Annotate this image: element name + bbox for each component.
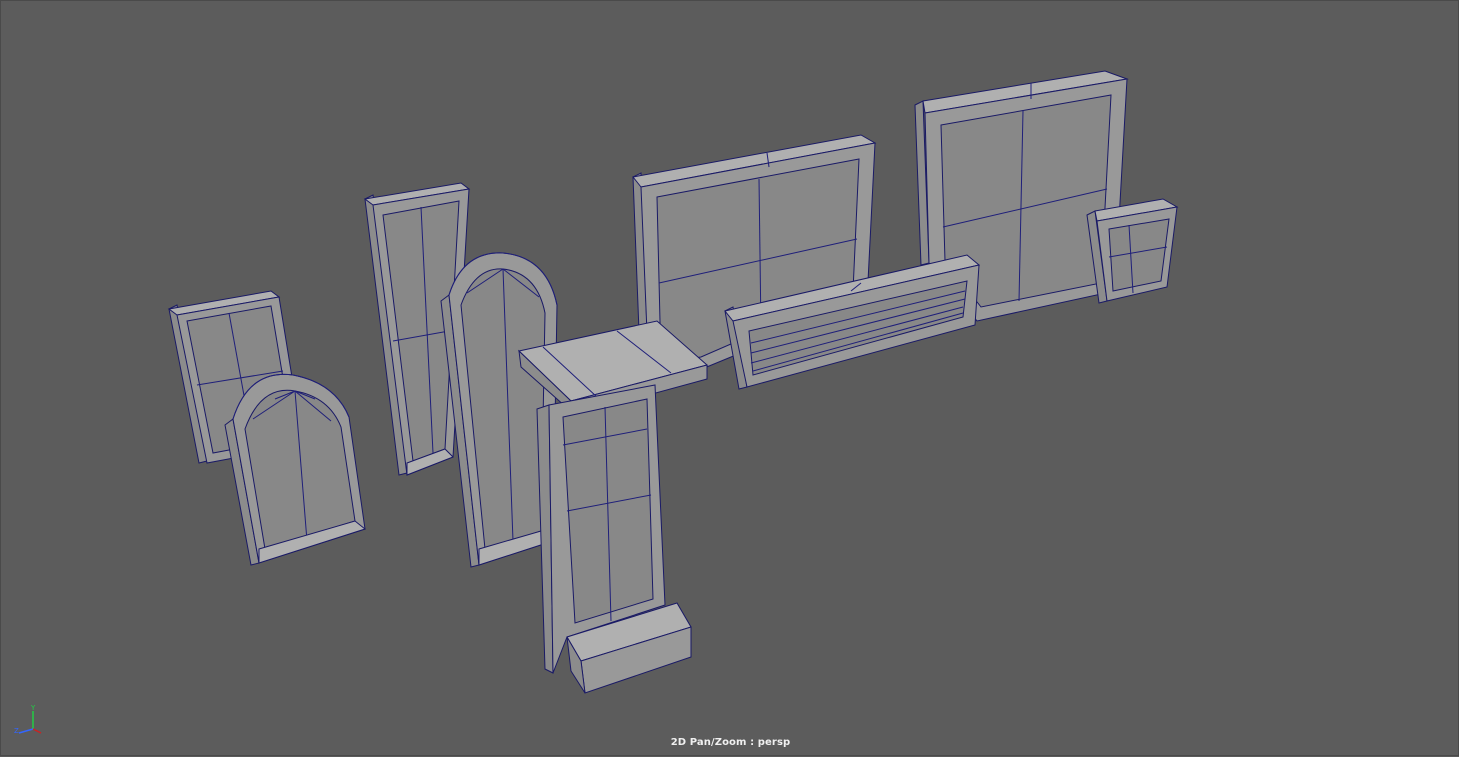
3d-viewport[interactable]: Y Z 2D Pan/Zoom : persp — [0, 0, 1459, 756]
window-frame-small-square[interactable] — [1086, 198, 1179, 304]
axis-z-label: Z — [14, 727, 19, 735]
camera-label: 2D Pan/Zoom : persp — [670, 737, 791, 748]
window-tall-with-base[interactable] — [536, 384, 692, 694]
axis-y-label: Y — [30, 704, 36, 712]
axis-gizmo-icon: Y Z — [14, 704, 42, 735]
perspective-scene[interactable] — [1, 1, 1459, 757]
window-arched-small[interactable] — [224, 373, 367, 566]
